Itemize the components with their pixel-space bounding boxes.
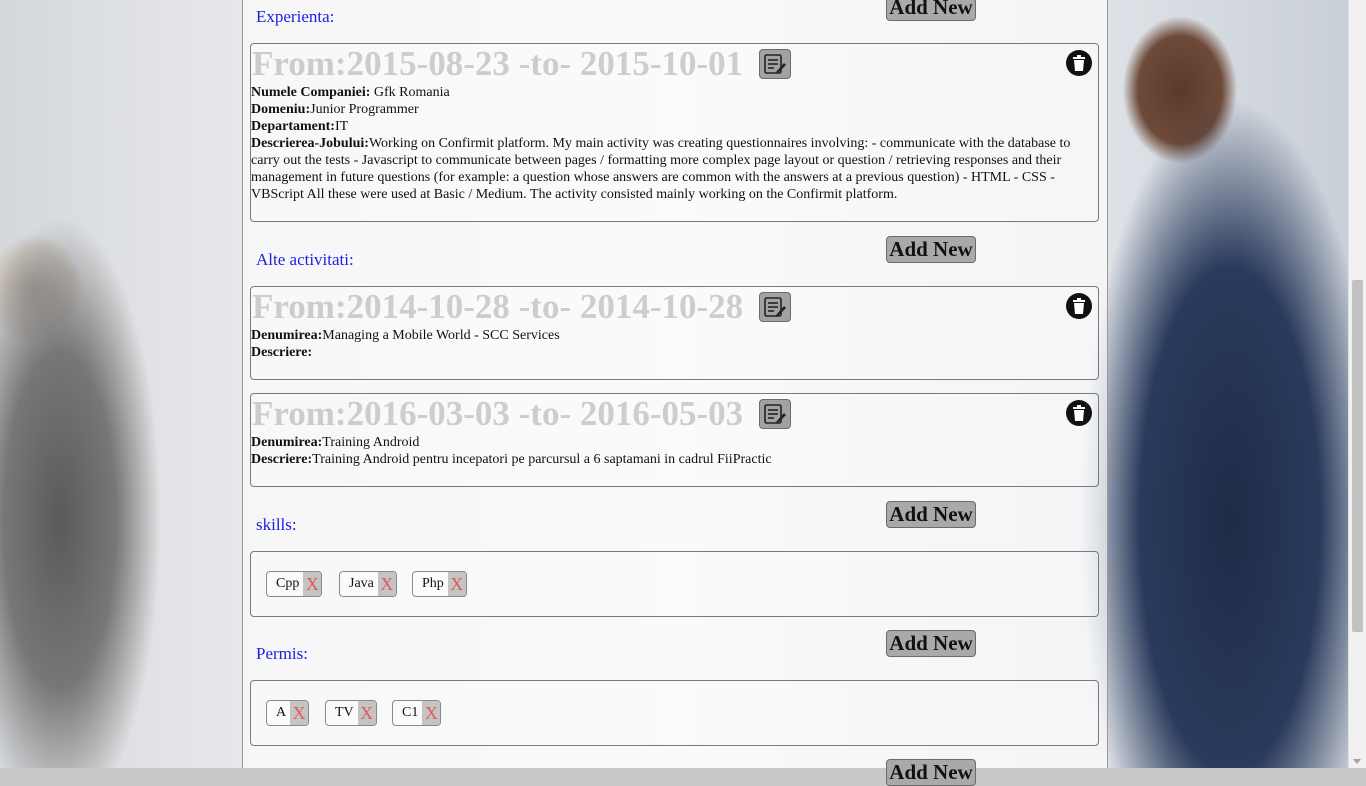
section-title-skills: skills: bbox=[256, 515, 297, 534]
domain-label: Domeniu: bbox=[251, 102, 311, 117]
edit-experience-button[interactable] bbox=[759, 49, 791, 79]
skill-tag-label: Php bbox=[422, 576, 444, 591]
trash-icon bbox=[1073, 405, 1085, 421]
job-description-label: Descrierea-Jobului: bbox=[251, 136, 369, 151]
permis-tag: A X bbox=[266, 700, 310, 726]
domain-value: Junior Programmer bbox=[310, 102, 419, 117]
add-new-experienta-button[interactable]: Add New bbox=[886, 0, 976, 21]
experience-period-heading: From:2015-08-23 -to- 2015-10-01 bbox=[252, 44, 744, 83]
cv-content-column: Experienta: Add New From:2015-08-23 -to-… bbox=[242, 0, 1108, 786]
remove-skill-button[interactable]: X bbox=[303, 572, 322, 596]
trash-icon bbox=[1073, 298, 1085, 314]
activity-name-value: Training Android bbox=[322, 435, 420, 450]
skill-tag: Cpp X bbox=[266, 571, 323, 597]
remove-permis-button[interactable]: X bbox=[290, 701, 309, 725]
delete-activity-button[interactable] bbox=[1066, 400, 1092, 426]
company-value: Gfk Romania bbox=[370, 85, 450, 100]
permis-tag-label: C1 bbox=[402, 705, 419, 720]
edit-icon bbox=[764, 404, 786, 424]
section-title-permis: Permis: bbox=[256, 644, 308, 663]
activity-name-value: Managing a Mobile World - SCC Services bbox=[322, 328, 560, 343]
scrollbar-thumb[interactable] bbox=[1352, 280, 1363, 632]
add-new-activity-button[interactable]: Add New bbox=[886, 236, 976, 263]
remove-permis-button[interactable]: X bbox=[422, 701, 441, 725]
experience-card: From:2015-08-23 -to- 2015-10-01 Numele C… bbox=[250, 43, 1099, 222]
scroll-down-arrow-icon[interactable] bbox=[1353, 759, 1361, 764]
permis-tag-label: A bbox=[276, 705, 287, 720]
section-title-alte-activitati: Alte activitati: bbox=[256, 250, 354, 269]
add-new-skill-button[interactable]: Add New bbox=[886, 501, 976, 528]
page-scrollbar[interactable] bbox=[1348, 0, 1366, 768]
activity-description-label: Descriere: bbox=[251, 345, 313, 360]
delete-activity-button[interactable] bbox=[1066, 293, 1092, 319]
job-description-value: Working on Confirmit platform. My main a… bbox=[251, 136, 1071, 202]
skill-tag-label: Java bbox=[349, 576, 374, 591]
remove-skill-button[interactable]: X bbox=[377, 572, 396, 596]
skill-tag: Java X bbox=[339, 571, 397, 597]
activity-description-value: Training Android pentru incepatori pe pa… bbox=[312, 452, 772, 467]
skills-card: Cpp X Java X Php X bbox=[250, 551, 1099, 617]
activity-details: Denumirea:Training Android Descriere:Tra… bbox=[251, 434, 1093, 468]
edit-activity-button[interactable] bbox=[759, 399, 791, 429]
permis-tag-label: TV bbox=[335, 705, 354, 720]
delete-experience-button[interactable] bbox=[1066, 50, 1092, 76]
remove-permis-button[interactable]: X bbox=[357, 701, 376, 725]
activity-period-heading: From:2016-03-03 -to- 2016-05-03 bbox=[252, 394, 744, 433]
experience-details: Numele Companiei: Gfk Romania Domeniu:Ju… bbox=[251, 84, 1093, 203]
skill-tag: Php X bbox=[412, 571, 467, 597]
activity-name-label: Denumirea: bbox=[251, 435, 323, 450]
permis-card: A X TV X C1 X bbox=[250, 680, 1099, 746]
activity-period-heading: From:2014-10-28 -to- 2014-10-28 bbox=[252, 287, 744, 326]
permis-tag: C1 X bbox=[392, 700, 442, 726]
skill-tag-label: Cpp bbox=[276, 576, 300, 591]
department-label: Departament: bbox=[251, 119, 335, 134]
department-value: IT bbox=[334, 119, 349, 134]
company-label: Numele Companiei: bbox=[251, 85, 371, 100]
activity-description-label: Descriere: bbox=[251, 452, 313, 467]
activity-name-label: Denumirea: bbox=[251, 328, 323, 343]
edit-icon bbox=[764, 297, 786, 317]
section-title-experienta: Experienta: bbox=[256, 7, 335, 26]
add-new-button[interactable]: Add New bbox=[886, 759, 976, 786]
add-new-permis-button[interactable]: Add New bbox=[886, 630, 976, 657]
trash-icon bbox=[1073, 55, 1085, 71]
permis-tag: TV X bbox=[325, 700, 377, 726]
edit-activity-button[interactable] bbox=[759, 292, 791, 322]
activity-card: From:2016-03-03 -to- 2016-05-03 Denumire… bbox=[250, 393, 1099, 487]
activity-details: Denumirea:Managing a Mobile World - SCC … bbox=[251, 327, 1093, 361]
remove-skill-button[interactable]: X bbox=[447, 572, 466, 596]
edit-icon bbox=[764, 54, 786, 74]
activity-card: From:2014-10-28 -to- 2014-10-28 Denumire… bbox=[250, 286, 1099, 380]
